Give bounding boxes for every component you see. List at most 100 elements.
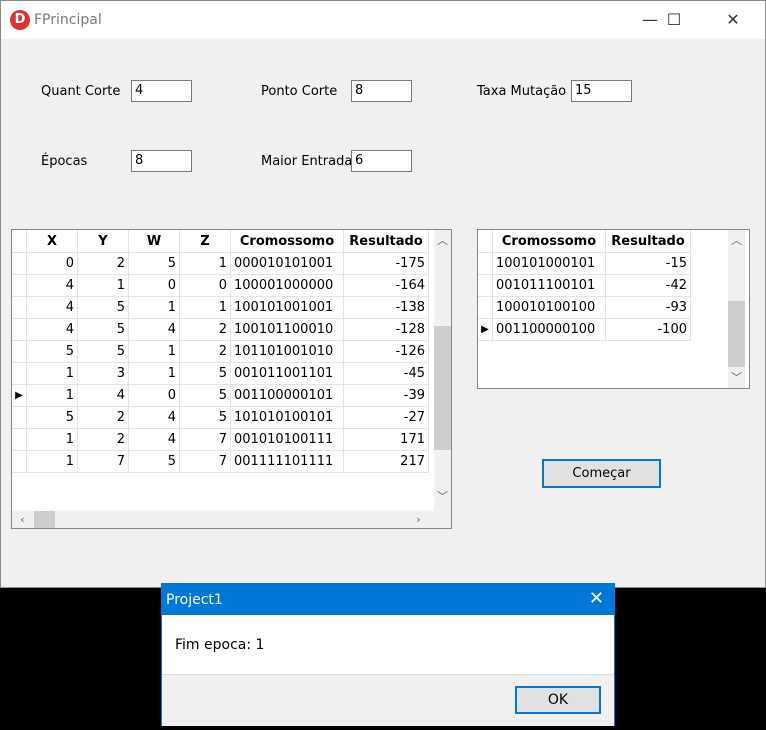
scroll-left-icon[interactable]: ‹ <box>14 511 31 528</box>
table-cell[interactable]: 5 <box>77 318 129 341</box>
table-cell[interactable]: 101101001010 <box>230 340 344 363</box>
table-cell[interactable]: 1 <box>179 296 231 319</box>
table-row[interactable]: 1 3 1 5 001011001101 -45 <box>12 362 429 385</box>
table-cell[interactable]: -175 <box>343 252 429 275</box>
table-cell[interactable]: 100101100010 <box>230 318 344 341</box>
table-cell[interactable]: 001100000100 <box>492 318 606 341</box>
start-button[interactable]: Começar <box>542 459 661 488</box>
table-cell[interactable]: 1 <box>128 340 180 363</box>
table-row[interactable]: 5 5 1 2 101101001010 -126 <box>12 340 429 363</box>
table-cell[interactable]: 100101000101 <box>492 252 606 275</box>
column-header-resultado[interactable]: Resultado <box>605 230 691 253</box>
ponto-corte-input[interactable]: 8 <box>351 80 412 102</box>
table-cell[interactable]: -126 <box>343 340 429 363</box>
row-indicator[interactable] <box>12 406 27 429</box>
table-cell[interactable]: 1 <box>26 362 78 385</box>
scroll-down-icon[interactable]: ﹀ <box>434 488 451 505</box>
row-indicator[interactable] <box>12 428 27 451</box>
ok-button[interactable]: OK <box>515 686 601 714</box>
scroll-up-icon[interactable]: ︿ <box>728 232 745 249</box>
table-cell[interactable]: 5 <box>26 340 78 363</box>
table-row[interactable]: ▶ 1 4 0 5 001100000101 -39 <box>12 384 429 407</box>
table-cell[interactable]: 4 <box>26 296 78 319</box>
population-horizontal-scrollbar[interactable]: ‹ › <box>12 511 451 528</box>
best-vertical-scrollbar[interactable]: ︿ ﹀ <box>728 230 745 388</box>
row-indicator[interactable] <box>478 252 493 275</box>
table-cell[interactable]: 0 <box>26 252 78 275</box>
table-cell[interactable]: 4 <box>128 318 180 341</box>
table-cell[interactable]: 217 <box>343 450 429 473</box>
maximize-button[interactable]: ☐ <box>651 1 697 39</box>
scroll-thumb[interactable] <box>34 511 55 528</box>
table-cell[interactable]: 4 <box>26 318 78 341</box>
column-header-y[interactable]: Y <box>77 230 129 253</box>
table-cell[interactable]: 0 <box>128 274 180 297</box>
table-cell[interactable]: -100 <box>605 318 691 341</box>
table-cell[interactable]: 1 <box>26 384 78 407</box>
epocas-input[interactable]: 8 <box>131 150 192 172</box>
table-row[interactable]: 1 7 5 7 001111101111 217 <box>12 450 429 473</box>
scroll-up-icon[interactable]: ︿ <box>434 232 451 249</box>
table-cell[interactable]: 001011100101 <box>492 274 606 297</box>
table-cell[interactable]: 2 <box>77 406 129 429</box>
table-cell[interactable]: -27 <box>343 406 429 429</box>
table-row[interactable]: 1 2 4 7 001010100111 171 <box>12 428 429 451</box>
table-cell[interactable]: 100101001001 <box>230 296 344 319</box>
table-cell[interactable]: 2 <box>77 428 129 451</box>
table-cell[interactable]: 001100000101 <box>230 384 344 407</box>
table-cell[interactable]: 2 <box>179 318 231 341</box>
table-cell[interactable]: 1 <box>179 252 231 275</box>
row-indicator[interactable] <box>12 450 27 473</box>
table-cell[interactable]: -15 <box>605 252 691 275</box>
table-cell[interactable]: 1 <box>26 428 78 451</box>
table-cell[interactable]: 1 <box>128 362 180 385</box>
table-cell[interactable]: 101010100101 <box>230 406 344 429</box>
table-cell[interactable]: 001010100111 <box>230 428 344 451</box>
table-cell[interactable]: 0 <box>179 274 231 297</box>
row-indicator[interactable]: ▶ <box>12 384 27 407</box>
close-button[interactable]: ✕ <box>710 1 756 39</box>
table-cell[interactable]: 171 <box>343 428 429 451</box>
table-cell[interactable]: 1 <box>128 296 180 319</box>
scroll-right-icon[interactable]: › <box>410 511 427 528</box>
table-cell[interactable]: 2 <box>77 252 129 275</box>
table-cell[interactable]: 4 <box>128 428 180 451</box>
table-cell[interactable]: 4 <box>26 274 78 297</box>
row-indicator[interactable] <box>12 296 27 319</box>
column-header-z[interactable]: Z <box>179 230 231 253</box>
population-vertical-scrollbar[interactable]: ︿ ﹀ <box>434 230 451 511</box>
dialog-title-bar[interactable]: Project1 ✕ <box>162 584 614 615</box>
best-grid[interactable]: Cromossomo Resultado 100101000101 -15 0010… <box>477 229 750 389</box>
table-row[interactable]: 4 5 4 2 100101100010 -128 <box>12 318 429 341</box>
population-grid[interactable]: X Y W Z Cromossomo Resultado 0 2 5 1 0000101… <box>11 229 452 529</box>
quant-corte-input[interactable]: 4 <box>131 80 192 102</box>
table-cell[interactable]: 5 <box>128 252 180 275</box>
table-row[interactable]: 4 1 0 0 100001000000 -164 <box>12 274 429 297</box>
table-cell[interactable]: 7 <box>179 428 231 451</box>
table-cell[interactable]: 4 <box>128 406 180 429</box>
table-row[interactable]: 001011100101 -42 <box>478 274 691 297</box>
table-row[interactable]: ▶ 001100000100 -100 <box>478 318 691 341</box>
taxa-mutacao-input[interactable]: 15 <box>571 80 632 102</box>
table-cell[interactable]: -42 <box>605 274 691 297</box>
column-header-resultado[interactable]: Resultado <box>343 230 429 253</box>
column-header-x[interactable]: X <box>26 230 78 253</box>
table-row[interactable]: 4 5 1 1 100101001001 -138 <box>12 296 429 319</box>
table-cell[interactable]: 001111101111 <box>230 450 344 473</box>
row-indicator[interactable] <box>12 362 27 385</box>
scroll-thumb[interactable] <box>728 301 745 367</box>
table-row[interactable]: 100101000101 -15 <box>478 252 691 275</box>
table-cell[interactable]: 5 <box>128 450 180 473</box>
table-cell[interactable]: 100001000000 <box>230 274 344 297</box>
table-cell[interactable]: -45 <box>343 362 429 385</box>
table-cell[interactable]: -93 <box>605 296 691 319</box>
table-cell[interactable]: 3 <box>77 362 129 385</box>
dialog-close-icon[interactable]: ✕ <box>589 588 604 609</box>
table-cell[interactable]: 7 <box>179 450 231 473</box>
table-cell[interactable]: 5 <box>77 296 129 319</box>
row-indicator[interactable]: ▶ <box>478 318 493 341</box>
table-cell[interactable]: 5 <box>179 362 231 385</box>
table-cell[interactable]: 7 <box>77 450 129 473</box>
table-cell[interactable]: 1 <box>26 450 78 473</box>
column-header-cromossomo[interactable]: Cromossomo <box>492 230 606 253</box>
